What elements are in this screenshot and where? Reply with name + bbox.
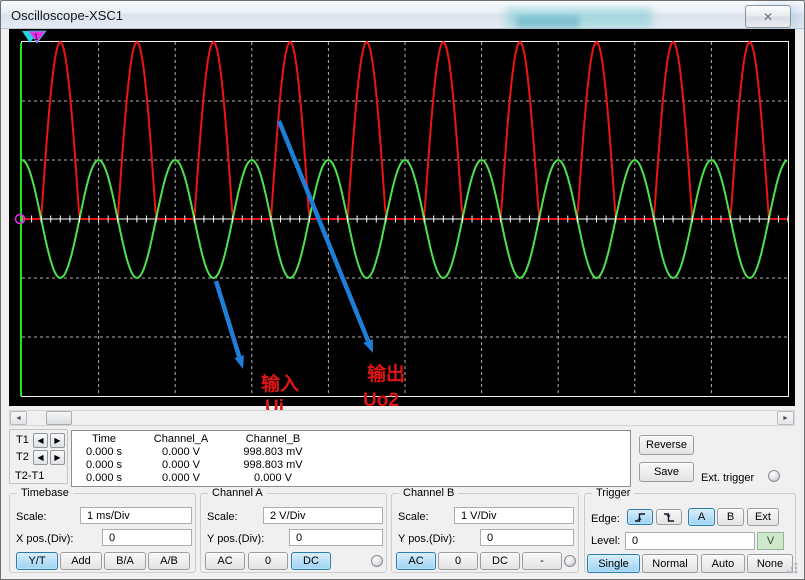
channel-a-ypos-label: Y pos.(Div): bbox=[207, 533, 264, 545]
timebase-mode-ba-button[interactable]: B/A bbox=[104, 552, 146, 570]
trigger-level-input[interactable] bbox=[625, 532, 755, 550]
t1-step-left-button[interactable]: ◀ bbox=[33, 433, 48, 448]
ext-trigger-label: Ext. trigger bbox=[701, 472, 754, 484]
timebase-xpos-label: X pos.(Div): bbox=[16, 533, 73, 545]
trigger-source-ext-button[interactable]: Ext bbox=[747, 508, 779, 526]
channel-b-minus-button[interactable]: - bbox=[522, 552, 562, 570]
t2-channel-b-value: 998.803 mV bbox=[243, 459, 302, 472]
channel-b-group: Channel B Scale: Y pos.(Div): AC 0 DC - bbox=[391, 493, 579, 573]
measurement-readout: Time Channel_A Channel_B 0.000 s 0.000 V… bbox=[71, 430, 631, 487]
step-right-icon: ▶ bbox=[54, 436, 60, 445]
t2-time-value: 0.000 s bbox=[86, 459, 122, 472]
t1-channel-a-value: 0.000 V bbox=[162, 446, 200, 459]
oscilloscope-display[interactable]: 1输入Ui输出Uo2 bbox=[9, 29, 795, 406]
ext-trigger-connector[interactable] bbox=[768, 470, 780, 482]
column-header-channel-b: Channel_B bbox=[246, 433, 300, 446]
trigger-source-a-button[interactable]: A bbox=[688, 508, 715, 526]
scrollbar-thumb[interactable] bbox=[46, 411, 72, 425]
waveform-canvas[interactable]: 1输入Ui输出Uo2 bbox=[9, 29, 795, 406]
trigger-source-b-button[interactable]: B bbox=[717, 508, 744, 526]
channel-b-scale-input[interactable] bbox=[454, 507, 574, 524]
trigger-level-label: Level: bbox=[591, 535, 620, 547]
trigger-rising-edge-button[interactable] bbox=[627, 509, 653, 525]
channel-b-zero-button[interactable]: 0 bbox=[438, 552, 478, 570]
column-header-time: Time bbox=[92, 433, 116, 446]
oscilloscope-window: Oscilloscope-XSC1 ✕ 1输入Ui输出Uo2 ◄ ► T1 ◀ … bbox=[0, 0, 805, 580]
cursor-selector-box: T1 ◀ ▶ T2 ◀ ▶ T2-T1 bbox=[9, 429, 68, 484]
scroll-right-button[interactable]: ► bbox=[777, 411, 794, 425]
trigger-auto-button[interactable]: Auto bbox=[701, 554, 745, 573]
timebase-mode-ab-button[interactable]: A/B bbox=[148, 552, 190, 570]
channel-b-connector[interactable] bbox=[564, 555, 576, 567]
channel-a-zero-button[interactable]: 0 bbox=[248, 552, 288, 570]
timebase-scale-label: Scale: bbox=[16, 511, 47, 523]
column-header-channel-a: Channel_A bbox=[154, 433, 208, 446]
step-left-icon: ◀ bbox=[37, 436, 43, 445]
step-left-icon: ◀ bbox=[37, 453, 43, 462]
t2-t1-channel-a-value: 0.000 V bbox=[162, 472, 200, 485]
svg-text:输出: 输出 bbox=[367, 362, 405, 385]
channel-a-dc-button[interactable]: DC bbox=[291, 552, 331, 570]
close-button[interactable]: ✕ bbox=[745, 5, 791, 28]
scroll-left-icon: ◄ bbox=[15, 415, 22, 422]
t2-t1-time-value: 0.000 s bbox=[86, 472, 122, 485]
t2-step-left-button[interactable]: ◀ bbox=[33, 450, 48, 465]
t2-t1-channel-b-value: 0.000 V bbox=[254, 472, 292, 485]
t1-label: T1 bbox=[16, 434, 29, 446]
window-title: Oscilloscope-XSC1 bbox=[11, 8, 123, 23]
channel-b-dc-button[interactable]: DC bbox=[480, 552, 520, 570]
channel-a-ypos-input[interactable] bbox=[289, 529, 383, 546]
t2-channel-a-value: 0.000 V bbox=[162, 459, 200, 472]
step-right-icon: ▶ bbox=[54, 453, 60, 462]
channel-a-group: Channel A Scale: Y pos.(Div): AC 0 DC bbox=[200, 493, 387, 573]
save-button[interactable]: Save bbox=[639, 462, 694, 482]
channel-b-ypos-input[interactable] bbox=[480, 529, 574, 546]
timebase-title: Timebase bbox=[17, 487, 73, 499]
reverse-button[interactable]: Reverse bbox=[639, 435, 694, 455]
trigger-falling-edge-button[interactable] bbox=[656, 509, 682, 525]
trigger-normal-button[interactable]: Normal bbox=[642, 554, 698, 573]
falling-edge-icon bbox=[662, 511, 676, 523]
channel-a-scale-input[interactable] bbox=[263, 507, 383, 524]
trigger-group: Trigger Edge: A B Ext Level: V Single No… bbox=[584, 493, 796, 573]
timebase-scale-input[interactable] bbox=[80, 507, 192, 524]
t1-time-value: 0.000 s bbox=[86, 446, 122, 459]
rising-edge-icon bbox=[633, 511, 647, 523]
channel-a-connector[interactable] bbox=[371, 555, 383, 567]
timebase-xpos-input[interactable] bbox=[102, 529, 192, 546]
channel-a-scale-label: Scale: bbox=[207, 511, 238, 523]
channel-a-ac-button[interactable]: AC bbox=[205, 552, 245, 570]
timebase-group: Timebase Scale: X pos.(Div): Y/T Add B/A… bbox=[9, 493, 196, 573]
t1-step-right-button[interactable]: ▶ bbox=[50, 433, 65, 448]
scroll-left-button[interactable]: ◄ bbox=[10, 411, 27, 425]
scroll-right-icon: ► bbox=[782, 415, 789, 422]
trigger-edge-label: Edge: bbox=[591, 513, 620, 525]
timebase-mode-add-button[interactable]: Add bbox=[60, 552, 102, 570]
svg-text:1: 1 bbox=[33, 32, 38, 42]
channel-a-title: Channel A bbox=[208, 487, 267, 499]
channel-b-ypos-label: Y pos.(Div): bbox=[398, 533, 455, 545]
t2-label: T2 bbox=[16, 451, 29, 463]
title-bar[interactable]: Oscilloscope-XSC1 ✕ bbox=[1, 1, 804, 29]
channel-b-scale-label: Scale: bbox=[398, 511, 429, 523]
t2-t1-label: T2-T1 bbox=[15, 470, 44, 482]
trigger-title: Trigger bbox=[592, 487, 634, 499]
aero-glass-reflection bbox=[517, 16, 579, 28]
channel-b-ac-button[interactable]: AC bbox=[396, 552, 436, 570]
close-icon: ✕ bbox=[763, 10, 773, 24]
trigger-level-unit-select[interactable]: V bbox=[757, 532, 784, 550]
horizontal-scrollbar[interactable]: ◄ ► bbox=[9, 410, 795, 426]
t1-channel-b-value: 998.803 mV bbox=[243, 446, 302, 459]
resize-grip[interactable] bbox=[786, 562, 798, 574]
svg-text:Uo2: Uo2 bbox=[363, 390, 399, 411]
channel-b-title: Channel B bbox=[399, 487, 458, 499]
timebase-mode-yt-button[interactable]: Y/T bbox=[16, 552, 58, 570]
t2-step-right-button[interactable]: ▶ bbox=[50, 450, 65, 465]
trigger-single-button[interactable]: Single bbox=[587, 554, 640, 573]
svg-text:输入: 输入 bbox=[261, 372, 299, 395]
